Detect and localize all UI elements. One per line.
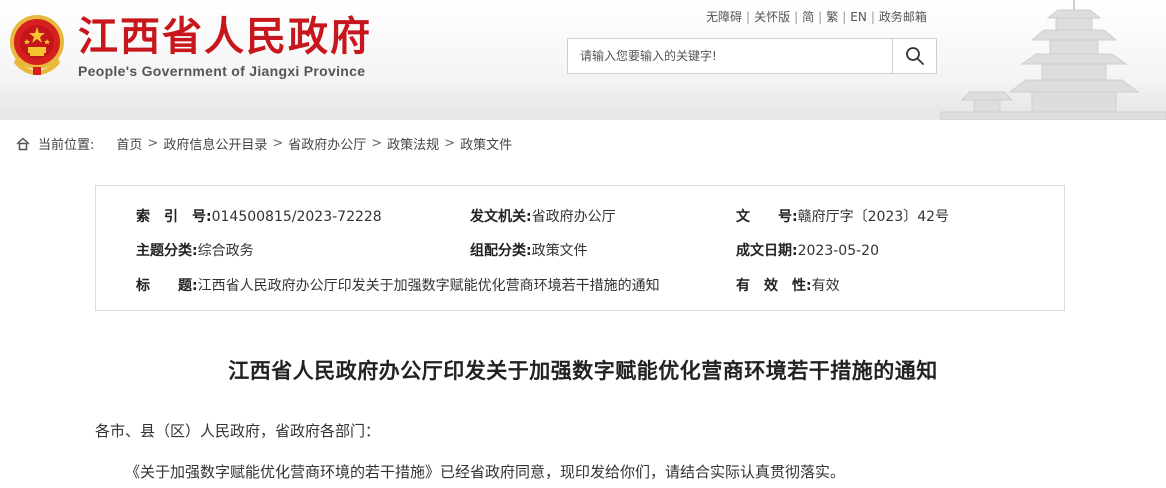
- breadcrumb: 当前位置: 首页 > 政府信息公开目录 > 省政府办公厅 > 政策法规 > 政策…: [16, 134, 512, 153]
- metadata-row: 主题分类:综合政务 组配分类:政策文件 成文日期:2023-05-20: [96, 240, 1064, 260]
- salutation: 各市、县（区）人民政府，省政府各部门：: [95, 422, 381, 440]
- validity-label: 有 效 性:: [736, 278, 812, 294]
- home-icon: [16, 136, 30, 150]
- document-title: 江西省人民政府办公厅印发关于加强数字赋能优化营商环境若干措施的通知: [228, 359, 938, 383]
- written-date-value: 2023-05-20: [797, 243, 879, 259]
- breadcrumb-label: 当前位置:: [38, 138, 95, 153]
- breadcrumb-info-catalog[interactable]: 政府信息公开目录: [163, 134, 267, 153]
- national-emblem-icon: [10, 15, 64, 75]
- category-label: 组配分类:: [470, 243, 532, 259]
- breadcrumb-general-office[interactable]: 省政府办公厅: [288, 134, 366, 153]
- index-number-value: 014500815/2023-72228: [211, 209, 382, 225]
- topic-label: 主题分类:: [136, 243, 198, 259]
- care-mode-link[interactable]: 关怀版: [754, 10, 790, 24]
- metadata-row: 索 引 号:014500815/2023-72228 发文机关:省政府办公厅 文…: [96, 206, 1064, 226]
- search-button[interactable]: [892, 39, 936, 73]
- validity-value: 有效: [811, 278, 840, 294]
- pagoda-illustration-icon: [940, 0, 1166, 120]
- breadcrumb-policy-documents[interactable]: 政策文件: [460, 134, 512, 153]
- document-number-value: 赣府厅字〔2023〕42号: [797, 209, 950, 225]
- document-number-label: 文 号:: [736, 209, 798, 225]
- breadcrumb-separator: >: [444, 136, 456, 151]
- accessibility-link[interactable]: 无障碍: [706, 10, 742, 24]
- gov-mail-link[interactable]: 政务邮箱: [879, 10, 927, 24]
- document-metadata-table: 索 引 号:014500815/2023-72228 发文机关:省政府办公厅 文…: [95, 185, 1065, 311]
- category-value: 政策文件: [531, 243, 588, 259]
- metadata-row: 标 题:江西省人民政府办公厅印发关于加强数字赋能优化营商环境若干措施的通知 有 …: [96, 275, 1064, 295]
- topic-value: 综合政务: [197, 243, 254, 259]
- traditional-chinese-link[interactable]: 繁: [826, 10, 838, 24]
- search-icon: [905, 47, 924, 65]
- english-link[interactable]: EN: [850, 10, 867, 24]
- search-box: [567, 38, 937, 74]
- title-value: 江西省人民政府办公厅印发关于加强数字赋能优化营商环境若干措施的通知: [197, 278, 660, 294]
- simplified-chinese-link[interactable]: 简: [802, 10, 814, 24]
- top-links: 无障碍 | 关怀版 | 简 | 繁 | EN | 政务邮箱: [706, 10, 927, 24]
- breadcrumb-home[interactable]: 首页: [116, 134, 142, 153]
- breadcrumb-separator: >: [147, 136, 159, 151]
- site-header: 江西省人民政府 People's Government of Jiangxi P…: [0, 0, 1166, 120]
- issuer-value: 省政府办公厅: [531, 209, 616, 225]
- written-date-label: 成文日期:: [736, 243, 798, 259]
- site-title[interactable]: 江西省人民政府: [78, 13, 372, 61]
- breadcrumb-policies[interactable]: 政策法规: [387, 134, 439, 153]
- search-input[interactable]: [568, 39, 893, 73]
- breadcrumb-separator: >: [272, 136, 284, 151]
- title-label: 标 题:: [136, 278, 198, 294]
- body-paragraph: 《关于加强数字赋能优化营商环境的若干措施》已经省政府同意，现印发给你们，请结合实…: [125, 463, 846, 481]
- index-number-label: 索 引 号:: [136, 209, 212, 225]
- issuer-label: 发文机关:: [470, 209, 532, 225]
- breadcrumb-separator: >: [371, 136, 383, 151]
- site-title-english: People's Government of Jiangxi Province: [78, 63, 366, 79]
